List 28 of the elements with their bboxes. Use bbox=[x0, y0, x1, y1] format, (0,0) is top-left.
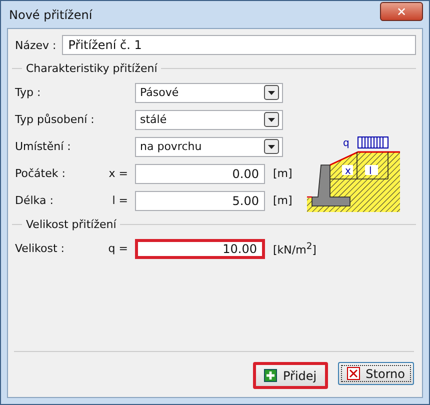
symbol-label: q = bbox=[107, 242, 128, 255]
cancel-button[interactable]: Storno bbox=[338, 362, 414, 385]
window-title: Nové přitížení bbox=[8, 8, 92, 22]
number-field[interactable]: 0.00 bbox=[135, 164, 265, 184]
unit-label: [m] bbox=[273, 194, 292, 207]
number-field[interactable]: 5.00 bbox=[135, 190, 265, 210]
symbol-label: l = bbox=[111, 194, 128, 207]
field-label: Typ působení : bbox=[14, 113, 96, 126]
number-field[interactable]: 10.00 bbox=[135, 238, 265, 258]
field-label: Typ : bbox=[14, 86, 42, 99]
unit-label: [m] bbox=[273, 167, 292, 180]
dropdown[interactable]: Pásové bbox=[135, 82, 283, 102]
add-button[interactable]: Přidej bbox=[253, 362, 328, 389]
dropdown[interactable]: stálé bbox=[135, 110, 283, 130]
section-title: Charakteristiky přitížení bbox=[26, 62, 158, 75]
plus-icon bbox=[264, 369, 278, 382]
field-label: Velikost : bbox=[14, 242, 66, 255]
close-icon bbox=[346, 367, 360, 380]
symbol-label: x = bbox=[108, 167, 128, 180]
unit-label: [kN/m$^{2}$] bbox=[273, 240, 316, 256]
section-title: Velikost přitížení bbox=[26, 218, 116, 231]
retaining-wall-drawing: x l q bbox=[305, 134, 402, 214]
dropdown[interactable]: na povrchu bbox=[135, 136, 283, 156]
field-label: Počátek : bbox=[14, 167, 66, 180]
field-label: Umístění : bbox=[14, 140, 72, 153]
field-label: Název : bbox=[14, 38, 56, 52]
name-field[interactable]: Přitížení č. 1 bbox=[62, 35, 416, 55]
field-label: Délka : bbox=[14, 194, 54, 207]
